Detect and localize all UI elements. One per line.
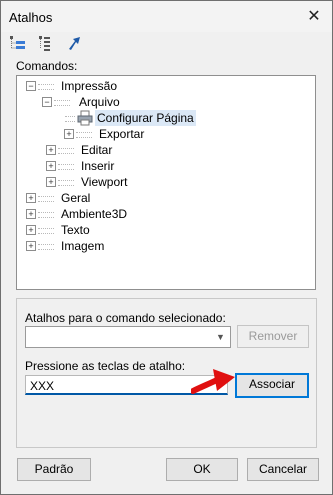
shortcuts-dialog: Atalhos ✕ Comandos: − Impressão − Arquiv… [0, 0, 333, 495]
node-icon [58, 180, 74, 186]
shortcuts-for-command-label: Atalhos para o comando selecionado: [25, 311, 226, 325]
tree-item-texto[interactable]: + Texto [17, 222, 313, 238]
tree-item-exportar[interactable]: + Exportar [17, 126, 313, 142]
expand-icon[interactable]: + [26, 225, 36, 235]
collapse-tree-icon[interactable] [37, 34, 55, 52]
chevron-down-icon[interactable]: ▼ [213, 329, 228, 345]
commands-label: Comandos: [16, 59, 78, 73]
expand-icon[interactable]: + [46, 145, 56, 155]
assign-button[interactable]: Associar [235, 373, 309, 398]
tree-item-label: Impressão [61, 79, 118, 93]
node-icon [38, 228, 54, 234]
expand-icon[interactable]: + [26, 193, 36, 203]
arrow-icon[interactable] [65, 34, 83, 52]
node-icon [76, 132, 92, 138]
cancel-button[interactable]: Cancelar [247, 458, 319, 481]
window-title: Atalhos [9, 10, 53, 25]
node-icon [58, 164, 74, 170]
node-icon [65, 116, 75, 122]
printer-icon [77, 110, 93, 126]
expand-icon[interactable]: + [26, 241, 36, 251]
close-icon[interactable]: ✕ [296, 1, 332, 32]
tree-item-arquivo[interactable]: − Arquivo [17, 94, 313, 110]
tree-item-ambiente3d[interactable]: + Ambiente3D [17, 206, 313, 222]
tree-item-editar[interactable]: + Editar [17, 142, 313, 158]
expand-tree-icon[interactable] [9, 34, 27, 52]
node-icon [38, 212, 54, 218]
press-keys-label: Pressione as teclas de atalho: [25, 359, 186, 373]
shortcut-combo[interactable]: ▼ [25, 326, 231, 348]
tree-item-label: Configurar Página [95, 110, 196, 126]
tree-item-label: Imagem [61, 239, 105, 253]
default-button[interactable]: Padrão [17, 458, 91, 481]
tree-item-geral[interactable]: + Geral [17, 190, 313, 206]
expand-icon[interactable]: + [26, 209, 36, 219]
tree-item-viewport[interactable]: + Viewport [17, 174, 313, 190]
tree-item-label: Ambiente3D [61, 207, 128, 221]
tree-item-label: Editar [81, 143, 113, 157]
tree-item-impressao[interactable]: − Impressão [17, 78, 313, 94]
tree-item-inserir[interactable]: + Inserir [17, 158, 313, 174]
expand-icon[interactable]: + [46, 161, 56, 171]
tree-item-label: Texto [61, 223, 90, 237]
node-icon [54, 100, 70, 106]
expand-icon[interactable]: + [46, 177, 56, 187]
tree-item-imagem[interactable]: + Imagem [17, 238, 313, 254]
title-bar: Atalhos ✕ [1, 1, 332, 32]
tree-item-label: Viewport [81, 175, 128, 189]
collapse-icon[interactable]: − [26, 81, 36, 91]
expand-icon[interactable]: + [64, 129, 74, 139]
collapse-icon[interactable]: − [42, 97, 52, 107]
tree-item-label: Geral [61, 191, 91, 205]
red-arrow-annotation [190, 361, 239, 404]
node-icon [38, 196, 54, 202]
commands-tree[interactable]: − Impressão − Arquivo Configurar Página [16, 75, 316, 290]
tree-item-label: Inserir [81, 159, 115, 173]
tree-item-label: Arquivo [79, 95, 120, 109]
remove-button[interactable]: Remover [237, 325, 309, 348]
tree-item-label: Exportar [99, 127, 145, 141]
node-icon [38, 244, 54, 250]
node-icon [38, 84, 54, 90]
node-icon [58, 148, 74, 154]
tree-item-configurar-pagina[interactable]: Configurar Página [17, 110, 313, 126]
ok-button[interactable]: OK [166, 458, 238, 481]
